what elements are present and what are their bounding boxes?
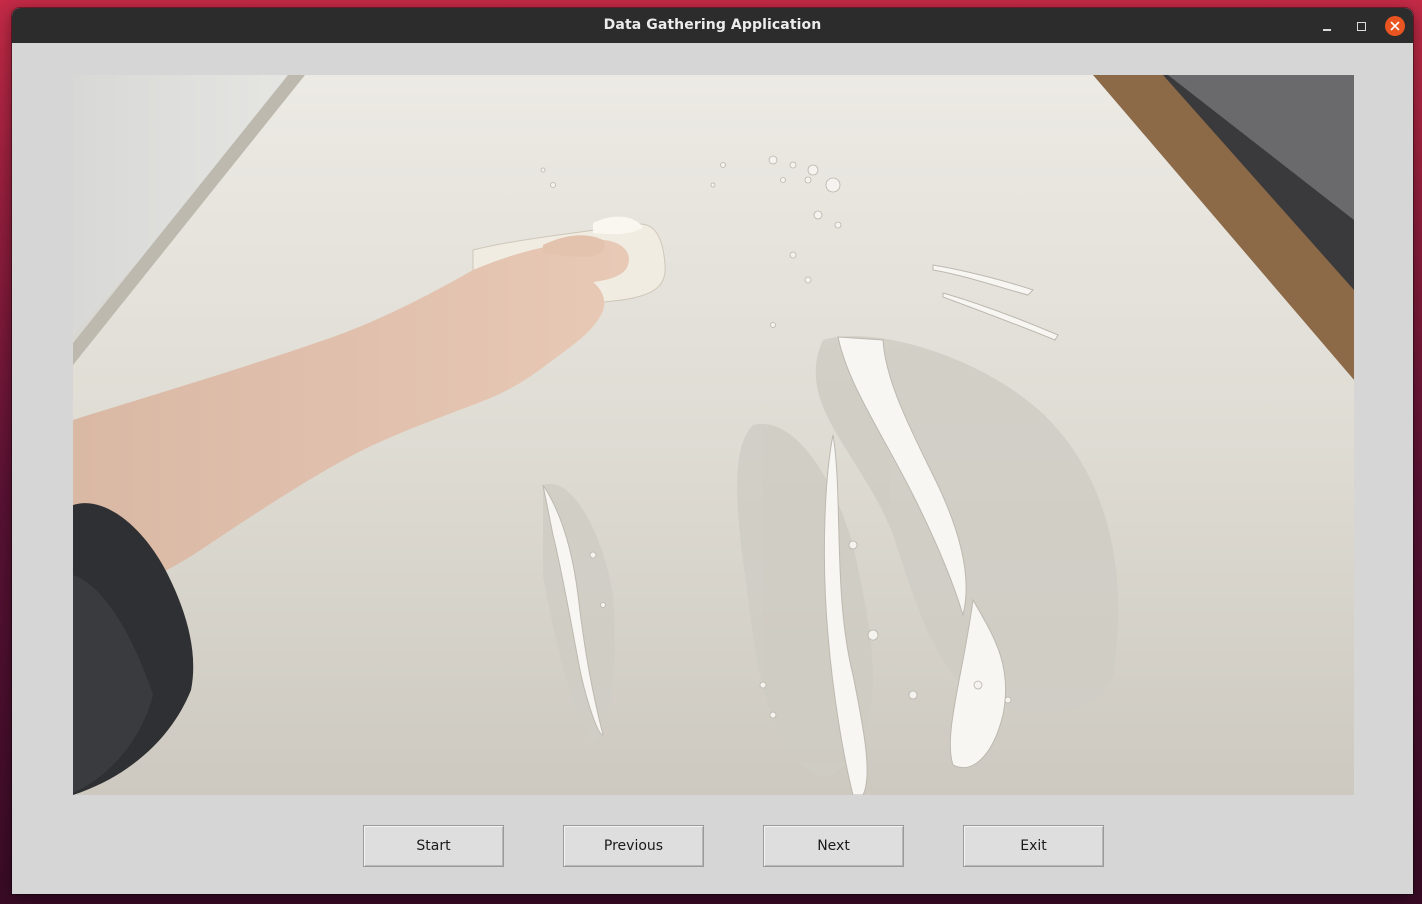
minimize-button[interactable] [1317, 16, 1337, 36]
camera-frame-scene [73, 75, 1354, 795]
camera-frame-image [73, 75, 1354, 795]
main-content: Start Previous Next Exit [12, 43, 1413, 894]
maximize-button[interactable] [1351, 16, 1371, 36]
control-button-row: Start Previous Next Exit [12, 825, 1413, 869]
start-button[interactable]: Start [363, 825, 504, 867]
app-window: Data Gathering Application Start Previou… [12, 8, 1413, 894]
minimize-icon [1323, 29, 1331, 31]
previous-button[interactable]: Previous [563, 825, 704, 867]
close-icon [1390, 21, 1400, 31]
window-title: Data Gathering Application [603, 17, 822, 33]
maximize-icon [1356, 21, 1366, 31]
title-bar[interactable]: Data Gathering Application [12, 8, 1413, 43]
close-button[interactable] [1385, 16, 1405, 36]
next-button[interactable]: Next [763, 825, 904, 867]
exit-button[interactable]: Exit [963, 825, 1104, 867]
